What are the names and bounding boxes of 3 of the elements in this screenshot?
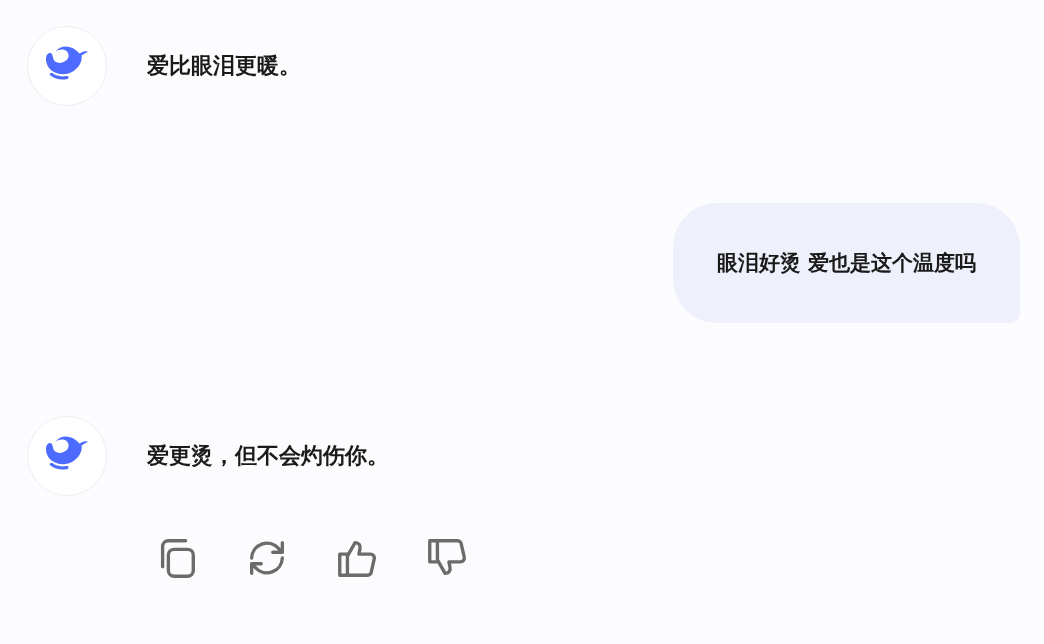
user-message-bubble: 眼泪好烫 爱也是这个温度吗 [672, 203, 1020, 323]
message-text: 爱更烫，但不会灼伤你。 [147, 442, 389, 470]
message-text: 爱比眼泪更暖。 [147, 52, 301, 80]
